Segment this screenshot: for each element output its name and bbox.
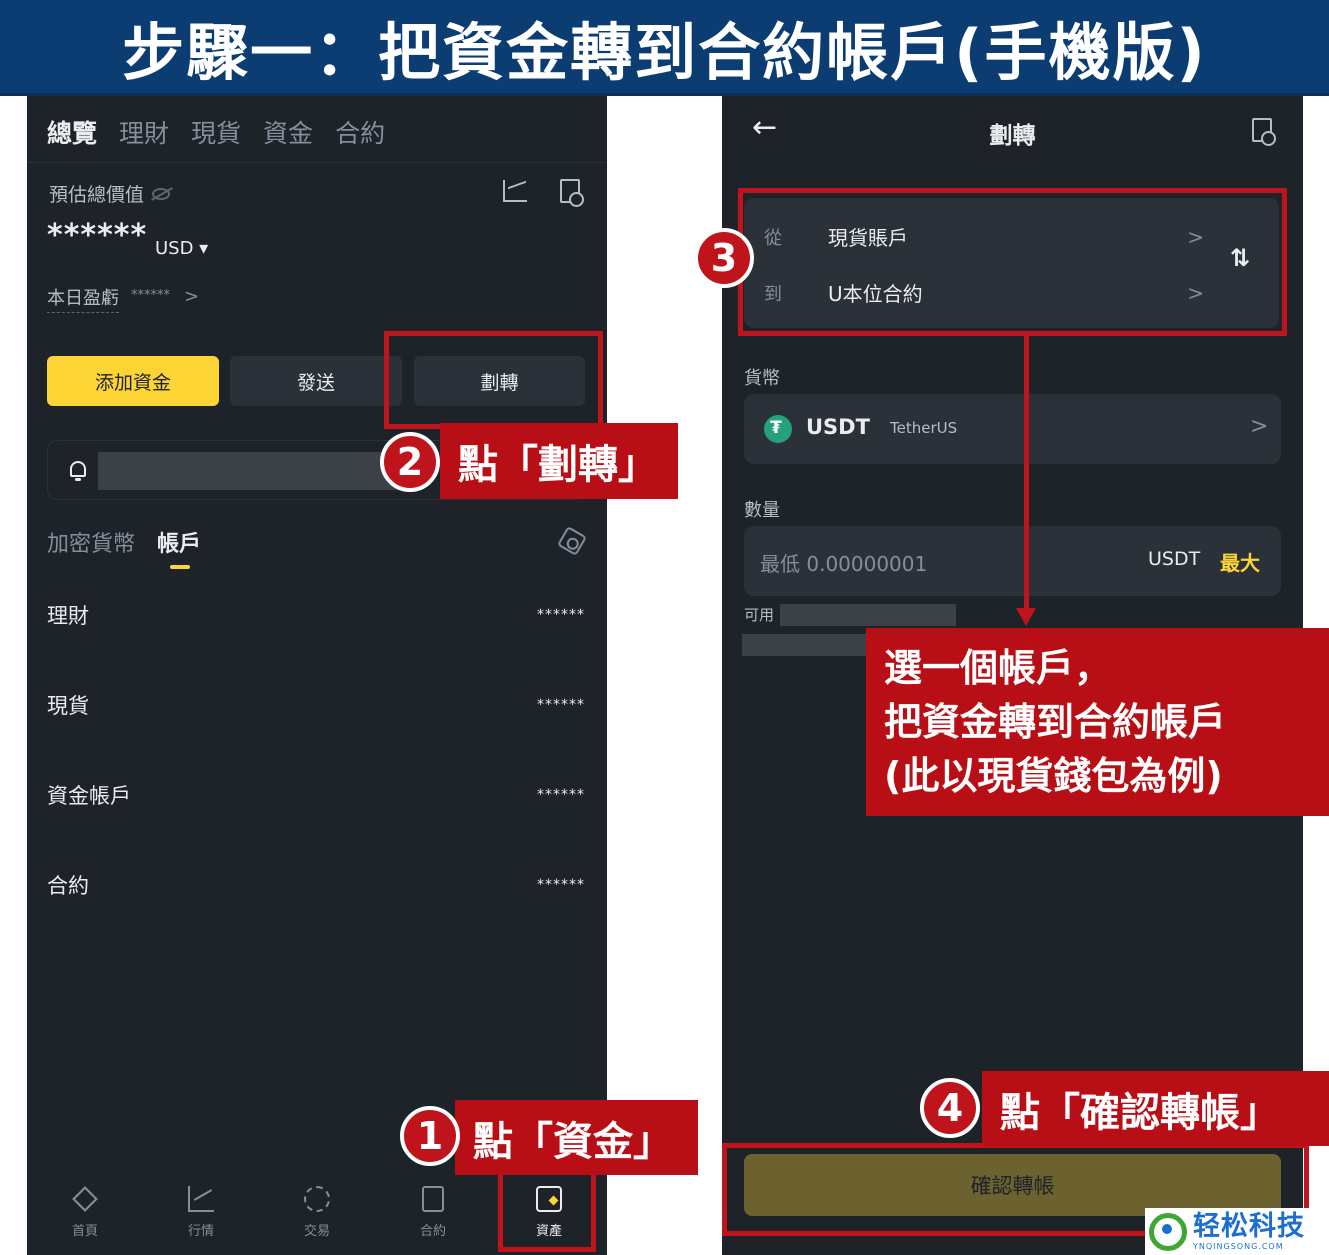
watermark: 轻松科技 YNQINGSONG.COM — [1145, 1208, 1329, 1255]
available-redacted — [742, 634, 872, 656]
step3-badge: 3 — [694, 228, 754, 288]
nav-home[interactable]: 首頁 — [27, 1176, 143, 1255]
eye-off-icon[interactable] — [152, 187, 171, 200]
currency-selector[interactable]: USD ▾ — [155, 238, 208, 259]
step4-text: 點「確認轉帳」 — [1000, 1089, 1280, 1136]
history-icon[interactable] — [1252, 118, 1276, 146]
tab-overview[interactable]: 總覽 — [47, 114, 97, 150]
step3-line3: (此以現貨錢包為例) — [884, 754, 1223, 798]
account-row[interactable]: 資金帳戶 ****** — [47, 780, 585, 810]
step4-callout: 點「確認轉帳」 — [982, 1071, 1329, 1146]
history-icon[interactable] — [560, 179, 584, 207]
pnl-label[interactable]: 本日盈虧 — [47, 284, 119, 313]
announcement-redacted — [98, 452, 398, 490]
account-value: ****** — [537, 697, 585, 713]
watermark-text: 轻松科技 YNQINGSONG.COM — [1193, 1211, 1305, 1252]
amount-placeholder: 最低 0.00000001 — [760, 552, 928, 576]
futures-icon — [422, 1186, 444, 1212]
est-label-text: 預估總價值 — [49, 184, 145, 206]
step1-text: 點「資金」 — [473, 1118, 673, 1165]
step2-text: 點「劃轉」 — [458, 442, 658, 488]
amount-label: 數量 — [744, 500, 780, 521]
account-row[interactable]: 合約 ****** — [47, 870, 585, 900]
account-name: 理財 — [47, 604, 89, 628]
step3-line2: 把資金轉到合約帳戶 — [884, 700, 1227, 744]
tether-icon — [764, 415, 792, 443]
left-phone-screen: 總覽 理財 現貨 資金 合約 預估總價值 ****** USD ▾ 本日盈虧 *… — [27, 96, 607, 1255]
nav-label: 首頁 — [71, 1224, 98, 1239]
market-icon — [188, 1186, 214, 1212]
amount-input[interactable]: 最低 0.00000001 USDT 最大 — [744, 526, 1281, 596]
page-title: 劃轉 — [989, 123, 1036, 149]
watermark-en: YNQINGSONG.COM — [1193, 1242, 1284, 1251]
nav-markets[interactable]: 行情 — [143, 1176, 259, 1255]
logo-icon — [1149, 1212, 1187, 1251]
nav-trade[interactable]: 交易 — [259, 1176, 375, 1255]
estimated-value-label: 預估總價值 — [49, 180, 171, 207]
chevron-right-icon[interactable]: > — [184, 286, 199, 307]
title-banner: 步驟一：把資金轉到合約帳戶(手機版) — [0, 0, 1329, 96]
step1-badge: 1 — [400, 1106, 460, 1166]
account-value: ****** — [537, 787, 585, 803]
step4-badge: 4 — [920, 1078, 980, 1138]
account-row[interactable]: 理財 ****** — [47, 600, 585, 630]
nav-futures[interactable]: 合約 — [375, 1176, 491, 1255]
nav-label: 交易 — [303, 1224, 330, 1239]
step3-line1: 選一個帳戶， — [884, 646, 1113, 690]
chevron-right-icon: > — [1250, 414, 1269, 439]
bell-icon — [70, 461, 86, 481]
subtab-crypto[interactable]: 加密貨幣 — [47, 526, 135, 558]
account-name: 資金帳戶 — [47, 784, 131, 808]
banner-title: 步驟一：把資金轉到合約帳戶(手機版) — [122, 15, 1207, 89]
coin-name: TetherUS — [890, 419, 958, 437]
account-name: 合約 — [47, 874, 89, 898]
max-button[interactable]: 最大 — [1220, 547, 1260, 576]
highlight-assets-tab — [498, 1170, 596, 1252]
wallet-tabs: 總覽 理財 現貨 資金 合約 — [47, 114, 385, 150]
coin-code: USDT — [806, 415, 870, 439]
tab-futures[interactable]: 合約 — [335, 114, 385, 150]
pnl-value: ****** — [131, 288, 170, 303]
available-label: 可用 — [744, 606, 775, 624]
step3-callout: 選一個帳戶， 把資金轉到合約帳戶 (此以現貨錢包為例) — [866, 628, 1329, 816]
nav-label: 合約 — [419, 1224, 446, 1239]
step1-callout: 點「資金」 — [455, 1100, 698, 1175]
home-icon — [72, 1186, 98, 1212]
asset-subtabs: 加密貨幣 帳戶 — [47, 526, 201, 558]
amount-unit: USDT — [1148, 548, 1201, 570]
tab-funding[interactable]: 資金 — [263, 114, 313, 150]
coin-selector[interactable]: USDT TetherUS > — [744, 394, 1281, 464]
step2-badge: 2 — [380, 432, 440, 492]
tab-earn[interactable]: 理財 — [119, 114, 169, 150]
currency-label: 貨幣 — [744, 368, 780, 389]
arrowhead — [1016, 608, 1036, 626]
account-row[interactable]: 現貨 ****** — [47, 690, 585, 720]
account-value: ****** — [537, 607, 585, 623]
account-value: ****** — [537, 877, 585, 893]
watermark-cn: 轻松科技 — [1193, 1211, 1305, 1242]
highlight-account-selector — [738, 188, 1287, 336]
settings-icon[interactable] — [556, 525, 588, 557]
account-name: 現貨 — [47, 694, 89, 718]
step2-callout: 點「劃轉」 — [440, 423, 678, 499]
arrow-line — [1024, 333, 1029, 611]
active-subtab-indicator — [170, 565, 190, 569]
nav-label: 行情 — [187, 1224, 214, 1239]
trade-icon — [304, 1186, 330, 1212]
add-funds-button[interactable]: 添加資金 — [47, 356, 219, 406]
send-button[interactable]: 發送 — [230, 356, 402, 406]
tabs-divider — [27, 162, 607, 163]
chart-icon[interactable] — [503, 180, 527, 202]
tab-spot[interactable]: 現貨 — [191, 114, 241, 150]
subtab-accounts[interactable]: 帳戶 — [157, 526, 201, 558]
balance-value: ****** — [47, 218, 148, 253]
highlight-transfer-button — [384, 331, 603, 429]
available-redacted — [780, 604, 956, 626]
